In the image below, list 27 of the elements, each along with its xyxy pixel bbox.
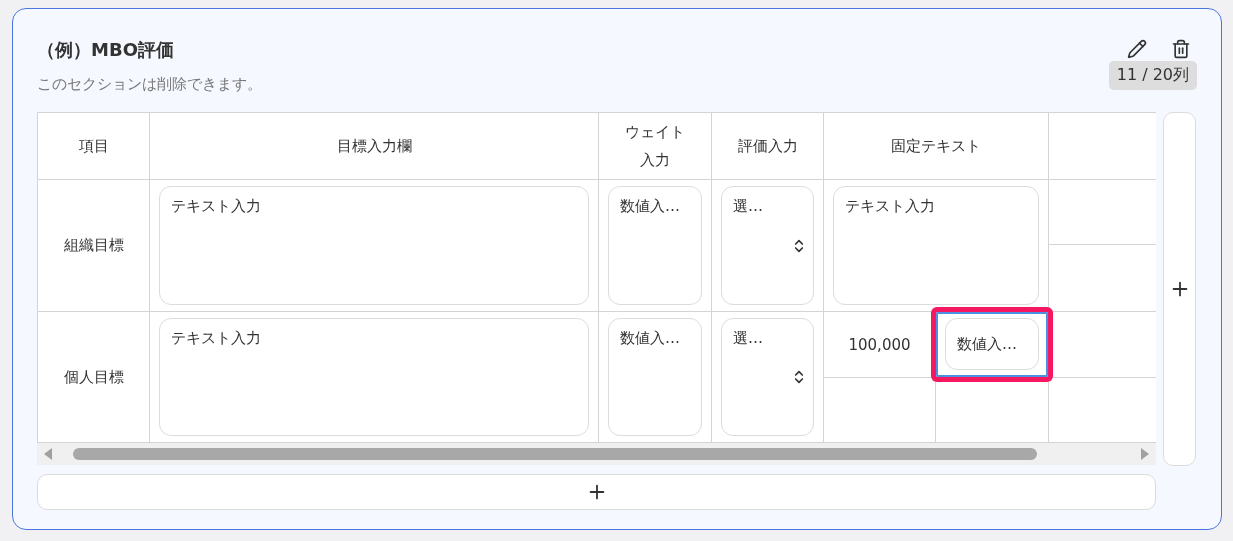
scroll-right-icon[interactable] xyxy=(1140,448,1150,460)
section-description: このセクションは削除できます。 xyxy=(37,75,262,94)
row-label: 個人目標 xyxy=(63,367,124,387)
text-input-field[interactable]: テキスト入力 xyxy=(159,186,589,305)
column-count-badge: 11 / 20列 xyxy=(1108,61,1197,90)
fixed-value: 100,000 xyxy=(848,335,911,354)
text-input-field[interactable]: テキスト入力 xyxy=(159,318,589,436)
horizontal-scrollbar[interactable] xyxy=(37,443,1156,465)
number-input-field[interactable]: 数値入… xyxy=(608,318,702,436)
scroll-left-icon[interactable] xyxy=(43,448,53,460)
column-header: 項目 xyxy=(78,136,109,157)
column-header: 目標入力欄 xyxy=(336,136,412,157)
trash-icon[interactable] xyxy=(1171,39,1191,59)
section-title: （例）MBO評価 xyxy=(37,38,175,62)
add-row-button[interactable] xyxy=(37,474,1156,510)
edit-icon[interactable] xyxy=(1127,39,1147,59)
number-input-field[interactable]: 数値入… xyxy=(945,318,1039,370)
add-column-button[interactable] xyxy=(1163,112,1196,466)
row-label: 組織目標 xyxy=(63,236,124,255)
column-header: ウェイト入力 xyxy=(624,122,686,171)
text-input-field[interactable]: テキスト入力 xyxy=(833,186,1039,305)
select-field[interactable]: 選… xyxy=(721,318,814,436)
column-header: 固定テキスト xyxy=(891,136,981,157)
number-input-field[interactable]: 数値入… xyxy=(608,186,702,305)
column-header: 評価入力 xyxy=(737,136,798,157)
select-field[interactable]: 選… xyxy=(721,186,814,305)
scrollbar-thumb[interactable] xyxy=(73,448,1037,460)
